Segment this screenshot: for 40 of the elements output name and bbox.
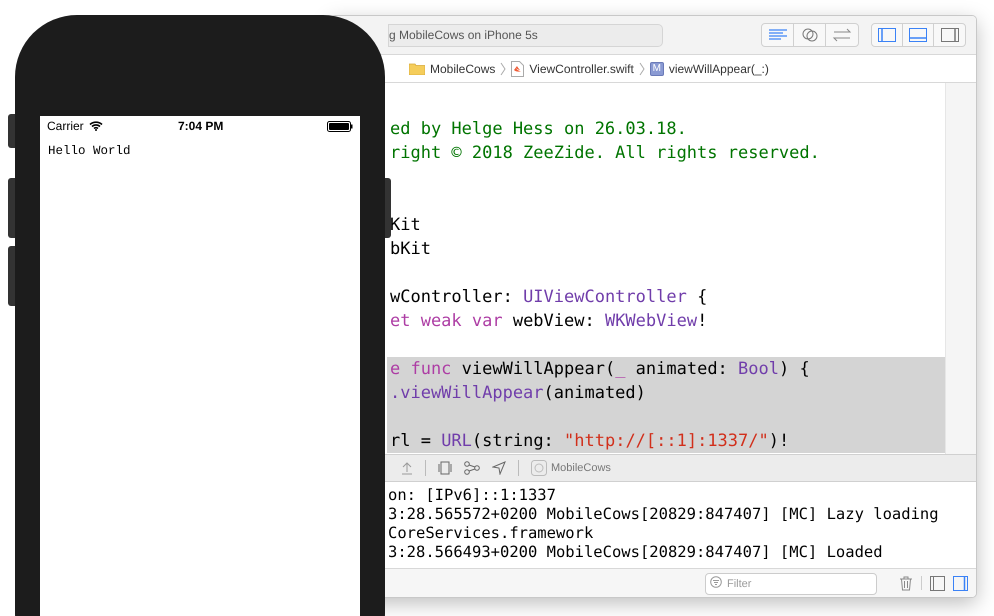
console-line: on: [IPv6]::1:1337: [388, 486, 557, 505]
code-line: bKit: [389, 238, 432, 261]
activity-field: g MobileCows on iPhone 5s: [388, 24, 663, 46]
debug-target[interactable]: MobileCows: [551, 460, 611, 476]
bottom-panel-icon: [909, 28, 927, 42]
right-panel-icon[interactable]: [953, 576, 968, 590]
arrows-icon: [832, 28, 852, 42]
chevron-icon: [500, 62, 506, 76]
code-line: right © 2018 ZeeZide. All rights reserved.: [389, 142, 821, 165]
chevron-icon: [638, 62, 645, 76]
file-icon: [511, 60, 524, 76]
code-line: wController: UIViewController {: [389, 286, 708, 309]
view-hierarchy-icon: [438, 461, 452, 475]
method-icon: M: [650, 62, 664, 76]
folder-icon: [409, 62, 425, 75]
code-line: et weak var webView: WKWebView!: [389, 310, 708, 333]
filter-field[interactable]: Filter: [705, 573, 877, 595]
upload-icon: [401, 461, 413, 475]
graph-icon: [464, 461, 480, 475]
carrier-label: Carrier: [47, 118, 84, 135]
trash-icon[interactable]: [899, 576, 913, 590]
breadcrumb-item[interactable]: ViewController.swift: [529, 60, 634, 78]
left-panel-icon: [878, 28, 896, 42]
app-icon: [531, 460, 547, 476]
breadcrumb-item[interactable]: viewWillAppear(_:): [668, 60, 769, 78]
circles-icon: [800, 28, 818, 42]
breadcrumb-item[interactable]: MobileCows: [430, 60, 496, 78]
status-time: 7:04 PM: [178, 118, 224, 135]
console-line: 3:28.565572+0200 MobileCows[20829:847407] [MC] Lazy loading: [388, 505, 940, 524]
console-line: CoreServices.framework: [388, 524, 594, 543]
right-panel-icon: [940, 28, 958, 42]
location-icon: [492, 461, 506, 475]
wifi-icon: [88, 121, 103, 131]
left-panel-icon[interactable]: [930, 576, 945, 590]
code-line: Kit: [389, 214, 422, 237]
lines-icon: [768, 29, 786, 41]
hello-label: Hello World: [47, 143, 132, 160]
battery-icon: [327, 120, 353, 132]
code-line: ed by Helge Hess on 26.03.18.: [389, 118, 688, 141]
console-line: 3:28.566493+0200 MobileCows[20829:847407] [MC] Loaded: [388, 543, 884, 562]
